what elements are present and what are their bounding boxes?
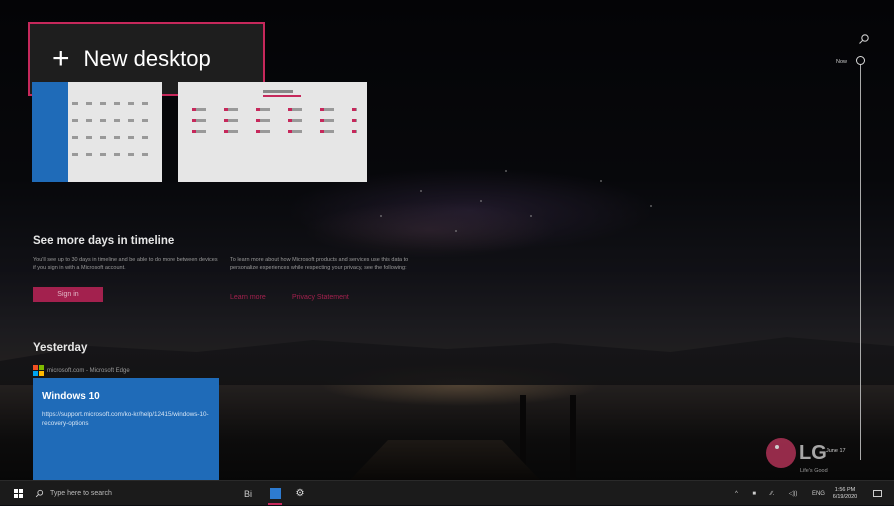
more-days-heading: See more days in timeline (33, 235, 175, 247)
gear-icon: ⚙ (295, 488, 305, 499)
taskbar-app-calendar[interactable] (262, 481, 288, 506)
thumbnail-accent-line (263, 95, 301, 97)
calendar-app-icon (269, 488, 281, 499)
clock-time: 1:56 PM (834, 486, 856, 493)
notification-icon (872, 490, 882, 497)
input-language-indicator[interactable]: ENG (812, 491, 825, 497)
activity-card[interactable]: Windows 10 https://support.microsoft.com… (33, 378, 219, 480)
activity-card-title: Windows 10 (42, 391, 100, 402)
taskbar-clock[interactable]: 1:56 PM 6/19/2020 (826, 481, 864, 506)
lg-tagline: Life's Good (800, 468, 828, 474)
taskbar: Type here to search Bi ⚙ ^ ■ ∕∕. ◁)) ENG… (0, 480, 894, 505)
new-desktop-label: New desktop (83, 46, 211, 71)
timeline-now-label: Now (836, 59, 848, 65)
privacy-description: To learn more about how Microsoft produc… (230, 257, 409, 271)
show-hidden-icons-chevron-icon[interactable]: ^ (735, 491, 738, 497)
yesterday-heading: Yesterday (33, 342, 88, 354)
taskbar-app-settings[interactable]: ⚙ (290, 481, 310, 506)
lg-circle-icon (766, 438, 796, 468)
thumbnail-sidebar (32, 82, 68, 182)
search-icon[interactable] (858, 33, 870, 45)
thumbnail-title (263, 90, 293, 93)
more-days-description: You'll see up to 30 days in timeline and… (33, 257, 218, 271)
task-view-button[interactable]: Bi (238, 481, 258, 506)
volume-icon[interactable]: ◁)) (789, 490, 798, 497)
search-placeholder: Type here to search (50, 490, 112, 497)
window-thumbnail-calendar[interactable] (32, 82, 162, 182)
battery-icon[interactable]: ■ (752, 491, 756, 497)
timeline-scrubber-handle[interactable] (856, 56, 865, 65)
action-center-button[interactable] (868, 481, 886, 506)
privacy-statement-link[interactable]: Privacy Statement (292, 294, 349, 301)
network-icon[interactable]: ∕∕. (771, 491, 775, 497)
search-icon (35, 489, 44, 498)
thumbnail-content (72, 102, 156, 170)
windows-logo-icon (13, 489, 23, 498)
learn-more-link[interactable]: Learn more (230, 294, 266, 301)
system-tray: ^ ■ ∕∕. ◁)) ENG (735, 481, 825, 506)
start-button[interactable] (8, 481, 28, 506)
lg-logo: LG (766, 438, 827, 468)
activity-source-label: microsoft.com - Microsoft Edge (47, 367, 130, 374)
window-thumbnail-settings[interactable] (178, 82, 367, 182)
activity-card-url: https://support.microsoft.com/ko-kr/help… (42, 411, 209, 427)
thumbnail-content (192, 108, 357, 141)
clock-date: 6/19/2020 (832, 493, 858, 500)
microsoft-logo-icon (33, 365, 44, 376)
timeline-date-label: June 17 (826, 448, 846, 454)
taskbar-search-box[interactable]: Type here to search (35, 481, 225, 506)
plus-icon: + (52, 42, 70, 75)
activity-source-row: microsoft.com - Microsoft Edge (33, 365, 130, 376)
sign-in-button[interactable]: Sign in (33, 287, 103, 302)
timeline-scrubber-track[interactable] (860, 65, 861, 460)
